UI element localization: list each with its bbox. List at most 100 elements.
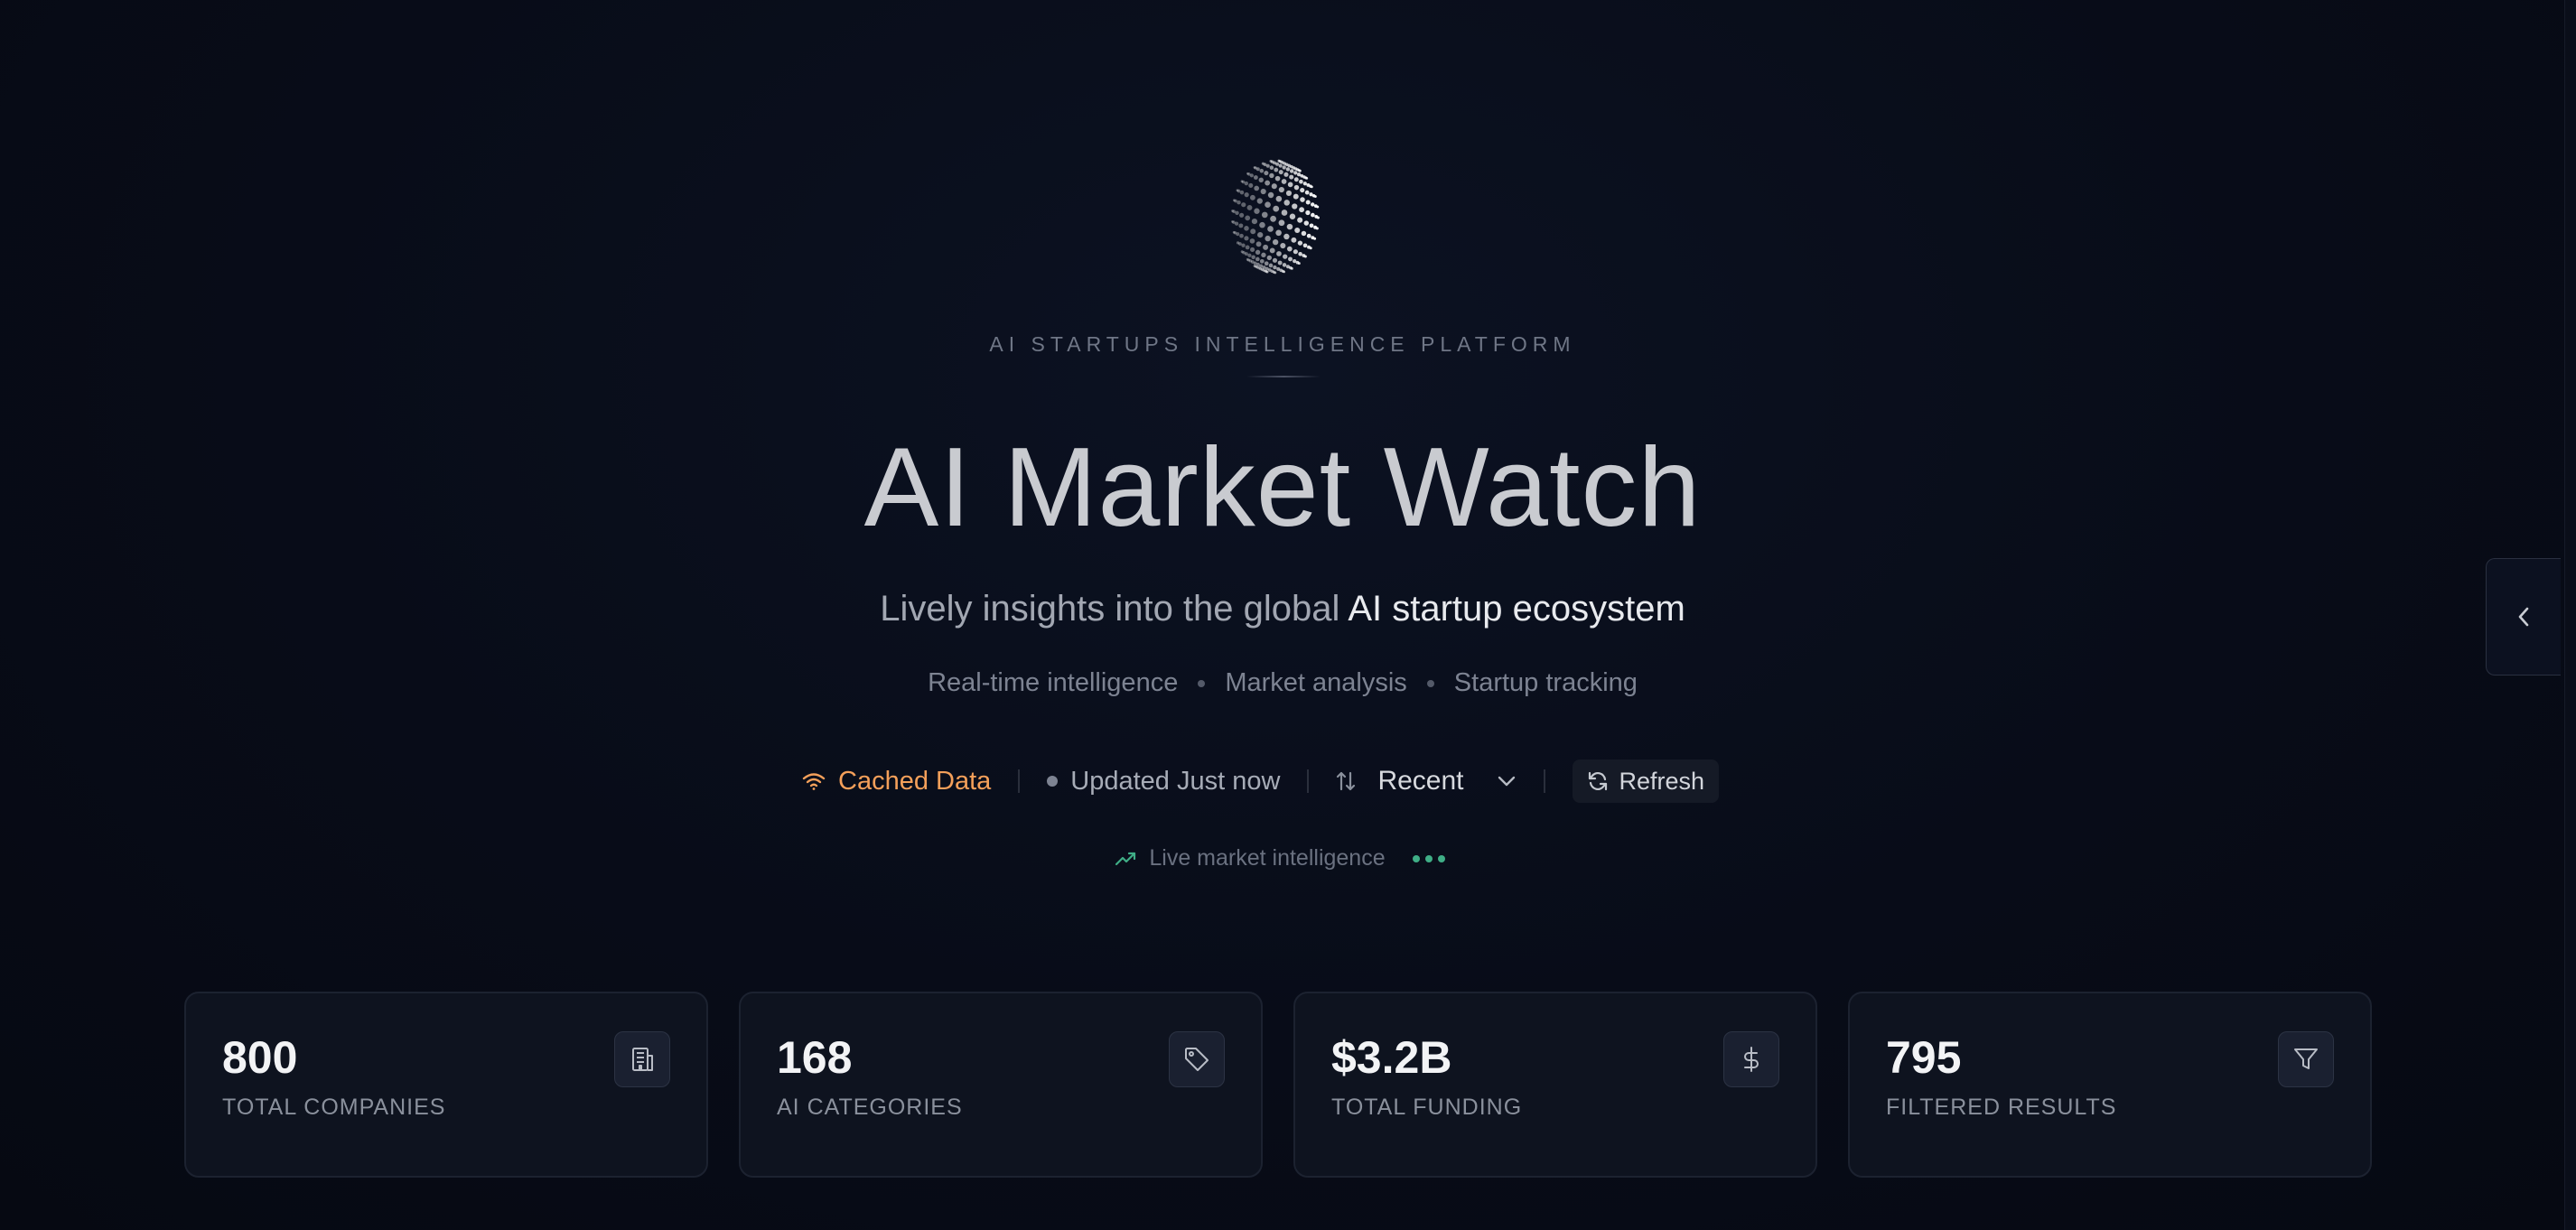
globe-dot [1282, 263, 1287, 267]
divider [1307, 769, 1310, 793]
globe-dot [1291, 237, 1297, 243]
globe-dot [1244, 181, 1248, 186]
globe-dot [1313, 237, 1317, 240]
globe-dot [1261, 211, 1268, 219]
subtitle-prefix: Lively insights into the global [880, 589, 1349, 629]
feature-item: Real-time intelligence [928, 668, 1179, 697]
globe-dot [1239, 190, 1245, 195]
globe-dot [1313, 195, 1317, 198]
globe-dot [1276, 251, 1282, 256]
globe-dot [1254, 185, 1260, 191]
globe-dot [1293, 193, 1299, 200]
sort-select[interactable]: Recent [1336, 766, 1516, 797]
divider [1543, 769, 1545, 793]
globe-dot [1287, 182, 1293, 188]
sidebar-toggle-button[interactable] [2486, 558, 2561, 676]
refresh-icon [1588, 771, 1607, 791]
chevron-down-icon [1498, 776, 1515, 787]
refresh-button[interactable]: Refresh [1572, 759, 1720, 803]
globe-dot [1280, 242, 1286, 249]
filter-icon [2278, 1031, 2334, 1087]
globe-dot [1273, 205, 1280, 212]
globe-dot [1275, 195, 1283, 202]
globe-dot [1246, 204, 1253, 210]
stat-label: FILTERED RESULTS [1886, 1095, 2117, 1120]
building-icon [614, 1031, 670, 1087]
globe-dot [1301, 230, 1307, 237]
cache-status-label: Cached Data [838, 766, 992, 796]
globe-dot [1274, 271, 1277, 275]
globe-dot [1299, 179, 1303, 184]
wifi-icon [802, 773, 826, 790]
globe-dot [1265, 163, 1270, 168]
globe-dot [1251, 255, 1255, 259]
globe-dot [1255, 167, 1260, 172]
globe-dot [1281, 210, 1288, 216]
globe-dot [1289, 213, 1296, 219]
globe-dot [1235, 210, 1239, 216]
globe-dot [1315, 227, 1319, 230]
globe-dot [1300, 197, 1305, 202]
globe-dot [1310, 185, 1313, 189]
globe-dot [1244, 236, 1249, 241]
globe-dot [1275, 162, 1280, 166]
globe-dot [1266, 255, 1272, 261]
globe-dot [1239, 212, 1245, 218]
refresh-label: Refresh [1619, 767, 1705, 795]
globe-dot [1244, 192, 1249, 198]
globe-dot [1299, 207, 1305, 213]
globe-dot [1303, 255, 1307, 258]
globe-dot [1311, 202, 1315, 207]
globe-dot [1283, 254, 1288, 259]
globe-dot [1274, 167, 1279, 172]
live-indicator: Live market intelligence [0, 845, 2565, 871]
globe-dot [1237, 200, 1241, 205]
globe-dot [1264, 171, 1269, 176]
globe-dot [1283, 172, 1289, 177]
globe-dot [1259, 258, 1265, 264]
globe-dot [1304, 190, 1310, 195]
globe-dot [1285, 190, 1293, 196]
globe-dot [1259, 221, 1265, 228]
globe-dot [1303, 220, 1310, 226]
globe-dot [1258, 177, 1264, 182]
stat-value: 800 [222, 1032, 298, 1083]
globe-dot [1302, 243, 1308, 248]
globe-dot [1265, 270, 1269, 274]
globe-dot [1238, 223, 1244, 228]
globe-dot [1241, 243, 1246, 247]
globe-dot [1271, 183, 1277, 190]
scrollbar[interactable] [2564, 0, 2576, 1230]
globe-dot [1286, 223, 1293, 230]
tag-icon [1169, 1031, 1225, 1087]
cache-status: Cached Data [802, 767, 991, 797]
live-label: Live market intelligence [1149, 845, 1386, 871]
platform-eyebrow: AI STARTUPS INTELLIGENCE PLATFORM [989, 332, 1576, 356]
globe-dot [1255, 249, 1261, 255]
subtitle-highlight: AI startup ecosystem [1348, 589, 1685, 629]
globe-dot [1247, 253, 1252, 257]
globe-dot [1267, 191, 1274, 199]
globe-logo [1231, 159, 1320, 275]
globe-dot [1309, 247, 1312, 250]
sort-value: Recent [1377, 766, 1464, 796]
globe-dot [1260, 188, 1266, 195]
globe-dot [1250, 228, 1256, 235]
globe-dot [1305, 210, 1311, 216]
globe-dot [1288, 256, 1293, 262]
globe-dot [1316, 216, 1320, 219]
eyebrow-divider [1246, 376, 1321, 377]
page-subtitle: Lively insights into the global AI start… [0, 589, 2565, 629]
stat-value: 168 [777, 1032, 853, 1083]
globe-dot [1265, 235, 1271, 242]
globe-dot [1297, 262, 1301, 266]
globe-dot [1289, 169, 1294, 173]
globe-dot [1305, 200, 1311, 205]
stat-card-ai-categories: 168 AI CATEGORIES [739, 992, 1263, 1178]
globe-dot [1293, 171, 1298, 175]
globe-dot [1245, 215, 1251, 221]
globe-dot [1264, 261, 1269, 266]
globe-dot [1269, 165, 1274, 170]
globe-dot [1254, 208, 1260, 214]
globe-dot [1263, 244, 1269, 250]
